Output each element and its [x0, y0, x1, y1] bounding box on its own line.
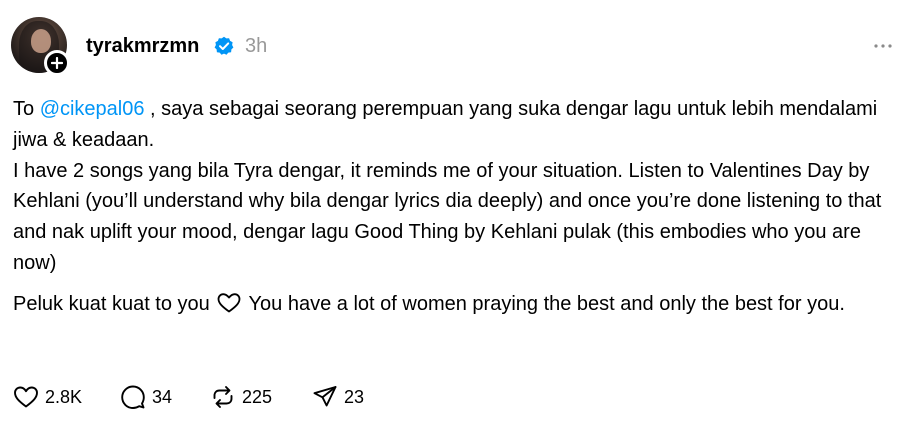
post-paragraph-2: Peluk kuat kuat to you You have a lot of…	[13, 289, 903, 320]
body-para2-rest: You have a lot of women praying the best…	[243, 292, 845, 315]
send-icon	[313, 386, 337, 407]
repost-button[interactable]: 225	[210, 383, 312, 411]
mention-link[interactable]: @cikepal06	[40, 98, 145, 120]
post-timestamp[interactable]: 3h	[245, 34, 267, 58]
plus-icon	[51, 57, 63, 69]
follow-button[interactable]	[44, 50, 70, 76]
like-count: 2.8K	[45, 386, 83, 407]
heart-icon	[217, 293, 241, 313]
verified-badge-icon	[214, 36, 234, 55]
comment-icon	[121, 385, 145, 409]
body-line2: I have 2 songs yang bila Tyra dengar, it…	[13, 159, 882, 274]
reply-button[interactable]: 34	[120, 383, 210, 411]
heart-icon	[14, 386, 38, 408]
repost-count: 225	[242, 386, 273, 407]
share-button[interactable]: 23	[312, 383, 392, 411]
action-bar: 2.8K 34 225 23	[13, 383, 392, 411]
reply-count: 34	[152, 386, 173, 407]
body-para2-prefix: Peluk kuat kuat to you	[13, 292, 210, 315]
post-paragraph-1: To @cikepal06 , saya sebagai seorang per…	[13, 94, 903, 279]
username[interactable]: tyrakmrzmn	[86, 34, 199, 58]
avatar-face	[31, 29, 51, 53]
post-body: To @cikepal06 , saya sebagai seorang per…	[13, 94, 903, 320]
like-button[interactable]: 2.8K	[13, 383, 120, 411]
repost-icon	[213, 386, 233, 408]
thread-post: tyrakmrzmn 3h To @cikepal06 , saya sebag…	[0, 0, 911, 426]
ellipsis-icon[interactable]	[872, 38, 894, 54]
share-count: 23	[344, 386, 365, 407]
body-prefix: To	[13, 98, 40, 120]
